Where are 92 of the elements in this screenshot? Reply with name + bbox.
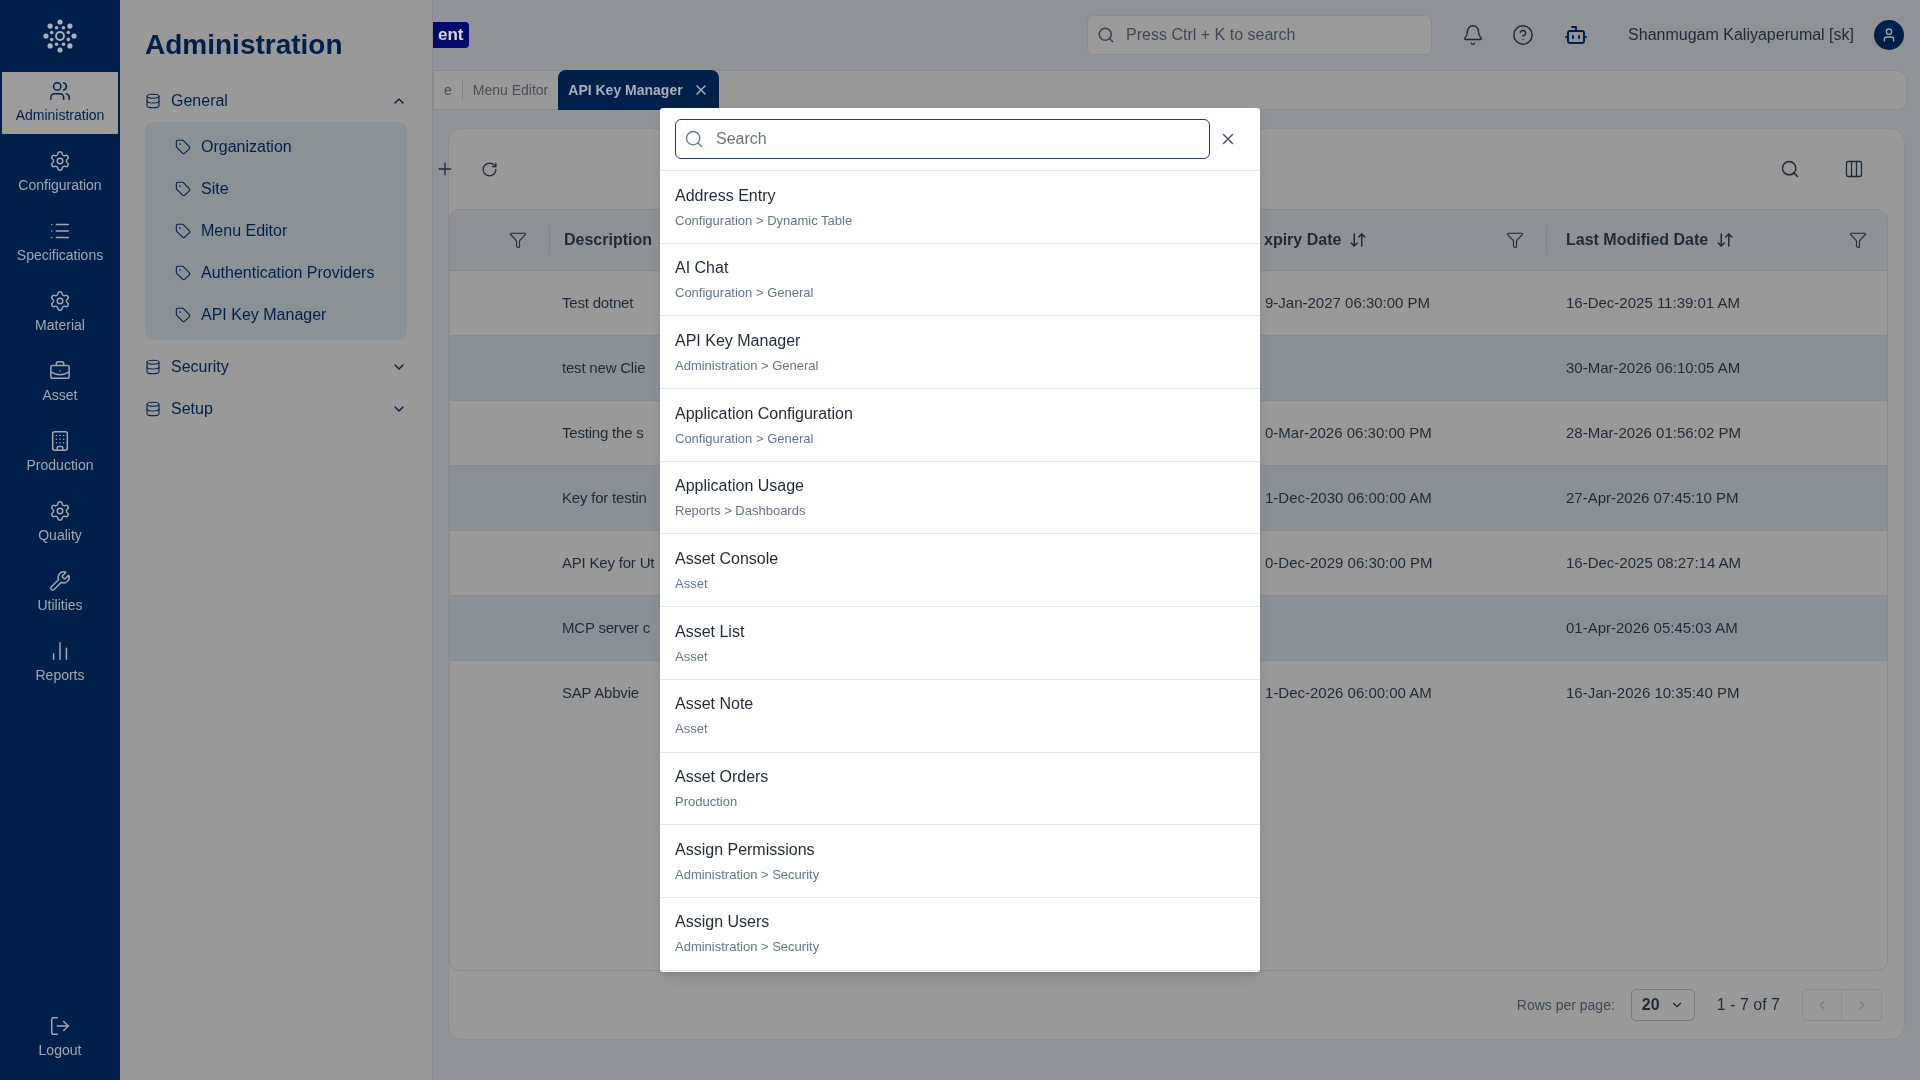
table-cell-text: 16-Dec-2025 11:39:01 AM bbox=[1565, 292, 1741, 313]
table-cell-text: Testing the s bbox=[561, 422, 645, 443]
table-cell-text: API Key for Ut bbox=[561, 552, 656, 573]
filter-icon[interactable] bbox=[509, 231, 527, 249]
table-cell: 9-Jan-2027 06:30:00 PM bbox=[1265, 293, 1431, 311]
rows-per-page-select[interactable]: 20 bbox=[1630, 989, 1695, 1021]
gear-icon bbox=[49, 500, 71, 522]
search-result[interactable]: Assign Users Administration > Security bbox=[660, 897, 1260, 971]
users-icon bbox=[49, 80, 71, 102]
table-cell-text: Test dotnet bbox=[561, 292, 635, 313]
environment-badge: ent bbox=[433, 22, 469, 48]
tag-icon bbox=[175, 265, 191, 281]
database-icon bbox=[145, 401, 161, 417]
table-cell-text: 16-Dec-2025 08:27:14 AM bbox=[1565, 552, 1743, 573]
tab[interactable]: API Key Manager bbox=[558, 70, 719, 110]
column-header[interactable]: xpiry Date bbox=[1264, 228, 1342, 252]
search-result[interactable]: Asset List Asset bbox=[660, 607, 1260, 680]
rail-item[interactable]: Material bbox=[2, 282, 118, 344]
rail-item[interactable]: Asset bbox=[2, 352, 118, 414]
search-icon bbox=[684, 129, 704, 149]
table-cell-text: 28-Mar-2026 01:56:02 PM bbox=[1565, 422, 1743, 443]
rail-item[interactable]: Utilities bbox=[2, 562, 118, 624]
column-header[interactable]: Description bbox=[564, 228, 652, 252]
page-range: 1 - 7 of 7 bbox=[1716, 995, 1780, 1015]
search-result[interactable]: Application Usage Reports > Dashboards bbox=[660, 461, 1260, 535]
table-cell-text: MCP server c bbox=[561, 617, 652, 638]
database-icon bbox=[145, 359, 161, 375]
gear-icon bbox=[49, 150, 71, 172]
tag-icon bbox=[175, 181, 191, 197]
columns-icon[interactable] bbox=[1844, 159, 1864, 179]
user-name: Shanmugam Kaliyaperumal [sk] bbox=[1628, 25, 1854, 45]
building-icon bbox=[49, 430, 71, 452]
tag-icon bbox=[175, 223, 191, 239]
sort-icon[interactable] bbox=[1716, 231, 1735, 249]
help-icon[interactable] bbox=[1512, 24, 1535, 46]
table-cell: 0-Mar-2026 06:30:00 PM bbox=[1265, 423, 1432, 441]
table-cell-text: 27-Apr-2026 07:45:10 PM bbox=[1565, 487, 1740, 508]
search-result[interactable]: Address Entry Configuration > Dynamic Table bbox=[660, 171, 1260, 244]
rail-item[interactable]: Reports bbox=[2, 632, 118, 694]
search-result[interactable]: Application Configuration Configuration > General bbox=[660, 389, 1260, 462]
submenu-item[interactable]: Authentication Providers bbox=[145, 252, 407, 294]
search-icon bbox=[1097, 26, 1116, 44]
logout-button[interactable]: Logout bbox=[2, 1008, 118, 1068]
rail-item[interactable]: Administration bbox=[2, 72, 118, 134]
submenu-item[interactable]: Menu Editor bbox=[145, 210, 407, 252]
group-header[interactable]: Security bbox=[145, 346, 407, 388]
tag-icon bbox=[175, 139, 191, 155]
refresh-icon[interactable] bbox=[481, 160, 498, 178]
filter-icon[interactable] bbox=[1849, 231, 1867, 249]
wrench-icon bbox=[49, 570, 71, 592]
database-icon bbox=[145, 93, 161, 109]
gear-icon bbox=[49, 290, 71, 312]
sort-icon[interactable] bbox=[1349, 231, 1368, 249]
notification-bell-icon[interactable] bbox=[1462, 24, 1485, 46]
search-result[interactable]: API Key Manager Administration > General bbox=[660, 316, 1260, 390]
table-cell-text: Key for testin bbox=[561, 487, 648, 508]
table-cell-text: 30-Mar-2026 06:10:05 AM bbox=[1565, 357, 1742, 378]
rail-item[interactable]: Production bbox=[2, 422, 118, 484]
submenu-item[interactable]: Organization bbox=[145, 126, 407, 168]
table-cell-text: SAP Abbvie bbox=[561, 682, 640, 703]
search-icon[interactable] bbox=[1780, 159, 1800, 179]
rows-per-page-label: Rows per page: bbox=[1516, 995, 1615, 1015]
submenu-item[interactable]: API Key Manager bbox=[145, 294, 407, 336]
search-result[interactable]: Asset Orders Production bbox=[660, 752, 1260, 826]
table-cell-text: 16-Jan-2026 10:35:40 PM bbox=[1565, 682, 1741, 703]
table-cell: 1-Dec-2030 06:00:00 AM bbox=[1265, 488, 1432, 506]
table-cell-text: test new Clie bbox=[561, 357, 647, 378]
avatar[interactable] bbox=[1874, 20, 1904, 50]
rail-item[interactable]: Specifications bbox=[2, 212, 118, 274]
briefcase-icon bbox=[49, 360, 71, 382]
logout-icon bbox=[49, 1015, 71, 1037]
search-field[interactable]: Search bbox=[675, 119, 1210, 159]
search-result[interactable]: AI Chat Configuration > General bbox=[660, 243, 1260, 317]
tag-icon bbox=[175, 307, 191, 323]
group-header[interactable]: Setup bbox=[145, 388, 407, 430]
table-cell-text: 01-Apr-2026 05:45:03 AM bbox=[1565, 617, 1739, 638]
rail-item[interactable]: Quality bbox=[2, 492, 118, 554]
table-cell: 1-Dec-2026 06:00:00 AM bbox=[1265, 683, 1432, 701]
search-result[interactable]: Assign Permissions Administration > Security bbox=[660, 825, 1260, 898]
robot-icon[interactable] bbox=[1564, 23, 1589, 47]
user-icon bbox=[1881, 27, 1897, 43]
logo-icon bbox=[40, 16, 80, 56]
rail-item[interactable]: Configuration bbox=[2, 142, 118, 204]
global-search-field[interactable]: Press Ctrl + K to search bbox=[1087, 15, 1433, 55]
search-result[interactable]: Asset Note Asset bbox=[660, 679, 1260, 753]
search-result[interactable]: Asset Console Asset bbox=[660, 534, 1260, 608]
group-header[interactable]: General bbox=[145, 80, 407, 122]
panel-title: Administration bbox=[145, 28, 344, 62]
table-cell: 0-Dec-2029 06:30:00 PM bbox=[1265, 553, 1433, 571]
filter-icon[interactable] bbox=[1506, 231, 1524, 249]
column-header[interactable]: Last Modified Date bbox=[1566, 228, 1709, 252]
submenu-item[interactable]: Site bbox=[145, 168, 407, 210]
